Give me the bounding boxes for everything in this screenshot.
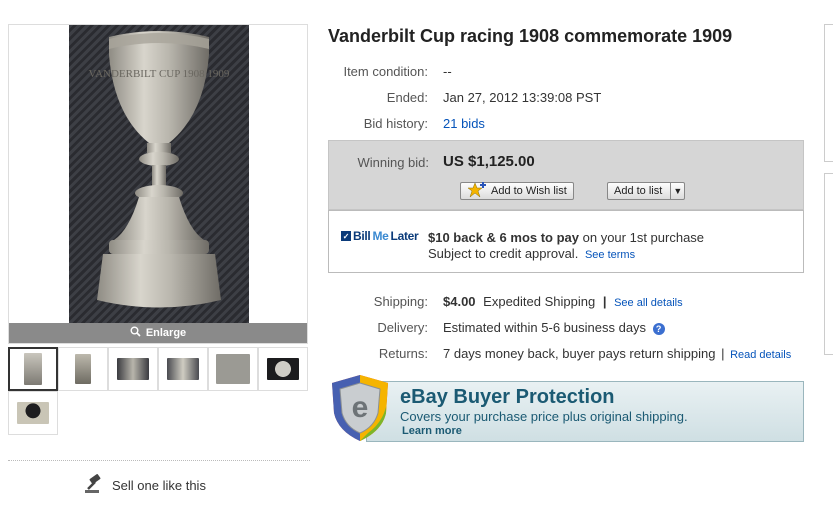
sell-one-like-this-link[interactable]: Sell one like this <box>84 474 206 497</box>
winning-bid-label: Winning bid: <box>357 155 429 170</box>
billmelater-subject: Subject to credit approval. See terms <box>428 246 635 261</box>
enlarge-button[interactable]: Enlarge <box>9 323 307 343</box>
separator: | <box>602 294 607 309</box>
thumbnail-strip <box>8 347 308 435</box>
thumbnail-6[interactable] <box>258 347 308 391</box>
billmelater-logo: ✓ Bill Me Later <box>341 229 419 243</box>
billmelater-logo-later: Later <box>390 229 419 243</box>
billmelater-logo-bill: Bill <box>353 229 371 243</box>
thumbnail-1[interactable] <box>8 347 58 391</box>
shipping-method: Expedited Shipping <box>483 294 596 309</box>
main-item-photo[interactable]: VANDERBILT CUP 1908 1909 <box>69 25 249 323</box>
billmelater-offer-bold: $10 back & 6 mos to pay <box>428 230 580 245</box>
winning-bid-value: US $1,125.00 <box>443 153 535 170</box>
trophy-cup-image: VANDERBILT CUP 1908 1909 <box>89 31 230 308</box>
star-icon <box>467 181 487 201</box>
shipping-price: $4.00 <box>443 294 476 309</box>
buyer-protection-banner[interactable]: e eBay Buyer Protection Covers your purc… <box>328 373 804 443</box>
buyer-protection-subtitle: Covers your purchase price plus original… <box>400 409 688 424</box>
billmelater-panel: ✓ Bill Me Later $10 back & 6 mos to pay on… <box>328 210 804 273</box>
left-divider <box>8 460 310 461</box>
right-panel-edge <box>824 173 833 355</box>
main-photo-frame[interactable]: VANDERBILT CUP 1908 1909 Enlarge <box>8 24 308 344</box>
magnifier-icon <box>130 326 141 340</box>
thumbnail-3[interactable] <box>108 347 158 391</box>
item-condition-value: -- <box>443 64 452 79</box>
delivery-label: Delivery: <box>377 320 428 335</box>
enlarge-label: Enlarge <box>145 327 187 339</box>
returns-label: Returns: <box>378 346 428 361</box>
sell-one-like-this-label: Sell one like this <box>112 478 206 493</box>
bid-panel: Winning bid: US $1,125.00 Add to Wish li… <box>328 140 804 210</box>
gavel-icon <box>84 474 106 497</box>
item-title: Vanderbilt Cup racing 1908 commemorate 1… <box>328 26 733 46</box>
add-to-wishlist-label: Add to Wish list <box>491 185 567 197</box>
thumbnail-2[interactable] <box>58 347 108 391</box>
bid-history-label: Bid history: <box>363 116 428 131</box>
add-to-wishlist-button[interactable]: Add to Wish list <box>460 181 574 201</box>
svg-text:e: e <box>352 391 369 424</box>
delivery-estimate: Estimated within 5-6 business days <box>443 320 647 335</box>
thumbnail-7[interactable] <box>8 391 58 435</box>
item-condition-label: Item condition: <box>343 64 428 79</box>
see-terms-link[interactable]: See terms <box>585 249 635 261</box>
chevron-down-icon[interactable]: ▼ <box>670 183 684 199</box>
checkbox-icon: ✓ <box>341 231 351 241</box>
buyer-protection-title: eBay Buyer Protection <box>400 386 615 408</box>
see-all-details-link[interactable]: See all details <box>614 297 683 309</box>
ended-label: Ended: <box>386 90 428 105</box>
credit-approval-text: Subject to credit approval. <box>428 246 579 261</box>
ended-value: Jan 27, 2012 13:39:08 PST <box>443 90 602 105</box>
learn-more-link[interactable]: Learn more <box>402 425 462 437</box>
thumbnail-5[interactable] <box>208 347 258 391</box>
returns-value: 7 days money back, buyer pays return shi… <box>443 346 791 361</box>
shipping-label: Shipping: <box>373 294 428 309</box>
thumbnail-4[interactable] <box>158 347 208 391</box>
returns-policy: 7 days money back, buyer pays return shi… <box>443 346 716 361</box>
read-details-link[interactable]: Read details <box>730 349 791 361</box>
help-icon[interactable]: ? <box>652 322 665 335</box>
billmelater-logo-me: Me <box>372 229 389 243</box>
shipping-value: $4.00 Expedited Shipping | See all detai… <box>443 294 683 309</box>
cup-engraving: VANDERBILT CUP 1908 1909 <box>89 68 230 80</box>
separator: | <box>721 346 725 361</box>
right-panel-edge <box>824 24 833 162</box>
bid-history-link[interactable]: 21 bids <box>443 116 485 131</box>
billmelater-offer: $10 back & 6 mos to pay on your 1st purc… <box>428 230 704 245</box>
add-to-list-button[interactable]: Add to list ▼ <box>607 182 686 200</box>
delivery-value: Estimated within 5-6 business days ? <box>443 320 665 335</box>
billmelater-offer-rest: on your 1st purchase <box>579 230 705 245</box>
add-to-list-label: Add to list <box>614 185 663 197</box>
shield-icon: e <box>328 373 392 448</box>
